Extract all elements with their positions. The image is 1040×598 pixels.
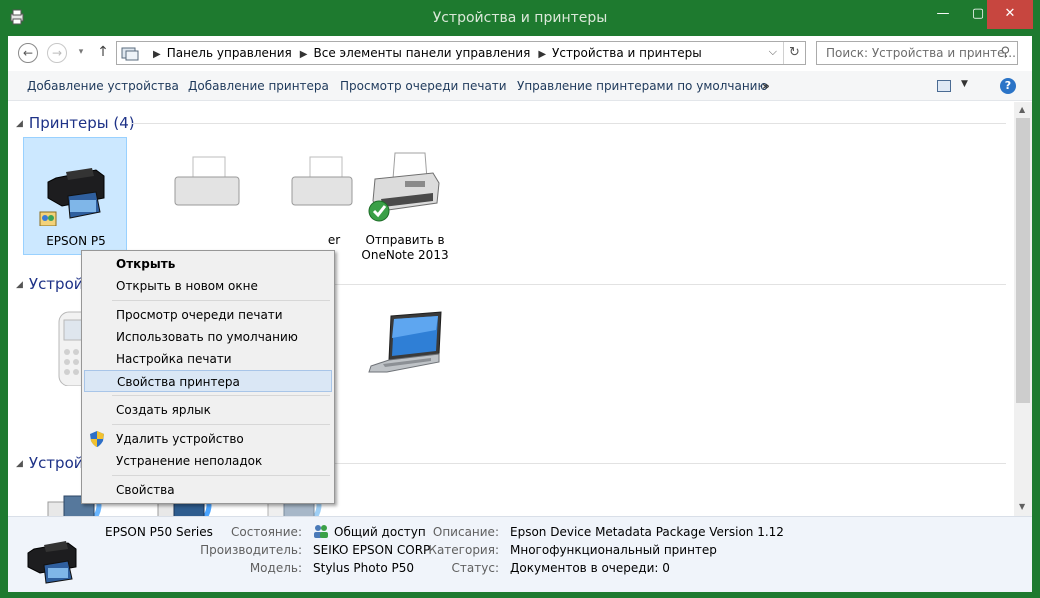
recent-locations-chevron-icon[interactable]: ▾ [76, 43, 86, 63]
search-input[interactable]: Поиск: Устройства и принте... ⚲ [816, 41, 1018, 65]
manufacturer-label: Производитель: [200, 543, 302, 557]
control-panel-icon [121, 47, 139, 61]
explorer-window: ← → ▾ ↑ ▶ Панель управления ▶ Все элементы … [8, 36, 1032, 592]
printer-default-icon [368, 152, 440, 222]
refresh-icon[interactable]: ↻ [783, 42, 805, 64]
selected-printer-icon [27, 541, 77, 584]
group-header-devices[interactable]: ◢ Устрой [16, 275, 84, 293]
description-label: Описание: [432, 525, 499, 539]
menu-item-print-queue[interactable]: Просмотр очереди печати [84, 304, 332, 326]
printer-icon [39, 168, 105, 226]
breadcrumb-control-panel[interactable]: Панель управления [167, 46, 292, 60]
group-header-printers[interactable]: ◢ Принтеры (4) [16, 114, 135, 132]
printer-item-2[interactable] [155, 137, 259, 255]
printer-item-epson[interactable]: EPSON P5 [23, 137, 127, 255]
scroll-down-arrow-icon[interactable]: ▼ [1019, 502, 1025, 511]
title-bar: Устройства и принтеры — ▢ ✕ [0, 0, 1040, 36]
scrollbar-thumb[interactable] [1016, 118, 1030, 403]
breadcrumb-devices-printers[interactable]: Устройства и принтеры [552, 46, 702, 60]
printer-icon [174, 156, 240, 206]
add-device-button[interactable]: Добавление устройства [27, 79, 179, 93]
breadcrumb-separator-icon[interactable]: ▶ [538, 49, 546, 60]
group-title-devices: Устрой [28, 275, 84, 293]
menu-item-label: Удалить устройство [116, 432, 244, 446]
breadcrumb-separator-icon[interactable]: ▶ [300, 49, 308, 60]
scroll-up-arrow-icon[interactable]: ▲ [1019, 105, 1025, 114]
menu-item-open[interactable]: Открыть [84, 253, 332, 275]
default-printers-button[interactable]: Управление принтерами по умолчанию [517, 79, 768, 93]
up-arrow-icon[interactable]: ↑ [93, 43, 113, 63]
laptop-icon [368, 311, 442, 373]
menu-item-create-shortcut[interactable]: Создать ярлык [84, 399, 332, 421]
help-icon[interactable]: ? [1000, 78, 1016, 94]
add-printer-button[interactable]: Добавление принтера [188, 79, 329, 93]
change-view-icon[interactable] [937, 80, 951, 92]
printer-label: EPSON P5 [46, 234, 106, 248]
menu-separator [112, 475, 330, 476]
window-title: Устройства и принтеры [432, 10, 608, 26]
details-pane: EPSON P50 Series Состояние: Общий доступ… [8, 516, 1032, 592]
state-label: Состояние: [231, 525, 302, 539]
vertical-scrollbar[interactable]: ▲ ▼ [1014, 102, 1032, 516]
menu-separator [112, 395, 330, 396]
printer-item-onenote[interactable]: Отправить в OneNote 2013 [353, 137, 457, 262]
search-placeholder: Поиск: Устройства и принте... [826, 46, 1016, 60]
category-label: Категория: [428, 543, 499, 557]
shared-users-icon [314, 525, 328, 538]
more-commands-button[interactable]: » [762, 79, 770, 93]
menu-item-set-default[interactable]: Использовать по умолчанию [84, 326, 332, 348]
address-bar[interactable]: ▶ Панель управления ▶ Все элементы панели у… [116, 41, 806, 65]
menu-item-printing-preferences[interactable]: Настройка печати [84, 348, 332, 370]
printer-icon [291, 156, 353, 206]
navigation-bar: ← → ▾ ↑ ▶ Панель управления ▶ Все элементы … [8, 36, 1032, 70]
collapse-triangle-icon[interactable]: ◢ [16, 459, 23, 469]
printer-label: Отправить в OneNote 2013 [361, 233, 449, 262]
description-value: Epson Device Metadata Package Version 1.… [510, 525, 784, 539]
menu-separator [112, 300, 330, 301]
command-bar: Добавление устройства Добавление принтер… [8, 71, 1032, 101]
menu-item-open-new-window[interactable]: Открыть в новом окне [84, 275, 332, 297]
status-value: Документов в очереди: 0 [510, 561, 670, 575]
devices-view: ◢ Принтеры (4) EPSON P5 er Отправить в O… [8, 102, 1014, 516]
group-divider [236, 463, 1006, 464]
uac-shield-icon [90, 431, 104, 447]
search-icon[interactable]: ⚲ [1000, 45, 1010, 60]
status-label: Статус: [451, 561, 499, 575]
group-title-printers: Принтеры (4) [28, 114, 135, 132]
menu-item-printer-properties[interactable]: Свойства принтера [84, 370, 332, 392]
menu-item-properties[interactable]: Свойства [84, 479, 332, 501]
collapse-triangle-icon[interactable]: ◢ [16, 280, 23, 290]
forward-arrow-icon[interactable]: → [47, 43, 67, 63]
minimize-button[interactable]: — [926, 0, 960, 29]
menu-separator [112, 424, 330, 425]
model-label: Модель: [249, 561, 302, 575]
group-divider [132, 123, 1006, 124]
address-dropdown-icon[interactable]: ⌵ [769, 45, 777, 59]
collapse-triangle-icon[interactable]: ◢ [16, 119, 23, 129]
menu-item-remove-device[interactable]: Удалить устройство [84, 428, 332, 450]
context-menu: Открыть Открыть в новом окне Просмотр оч… [81, 250, 335, 504]
breadcrumb-separator-icon[interactable]: ▶ [153, 49, 161, 60]
menu-item-troubleshoot[interactable]: Устранение неполадок [84, 450, 332, 472]
back-arrow-icon[interactable]: ← [18, 43, 38, 63]
view-options-chevron-icon[interactable]: ▼ [961, 79, 968, 89]
device-item-laptop[interactable] [353, 298, 457, 416]
category-value: Многофункциональный принтер [510, 543, 717, 557]
group-divider [334, 284, 1006, 285]
close-button[interactable]: ✕ [987, 0, 1033, 29]
breadcrumb: ▶ Панель управления ▶ Все элементы панели у… [145, 46, 702, 60]
print-queue-button[interactable]: Просмотр очереди печати [340, 79, 507, 93]
breadcrumb-all-items[interactable]: Все элементы панели управления [313, 46, 530, 60]
